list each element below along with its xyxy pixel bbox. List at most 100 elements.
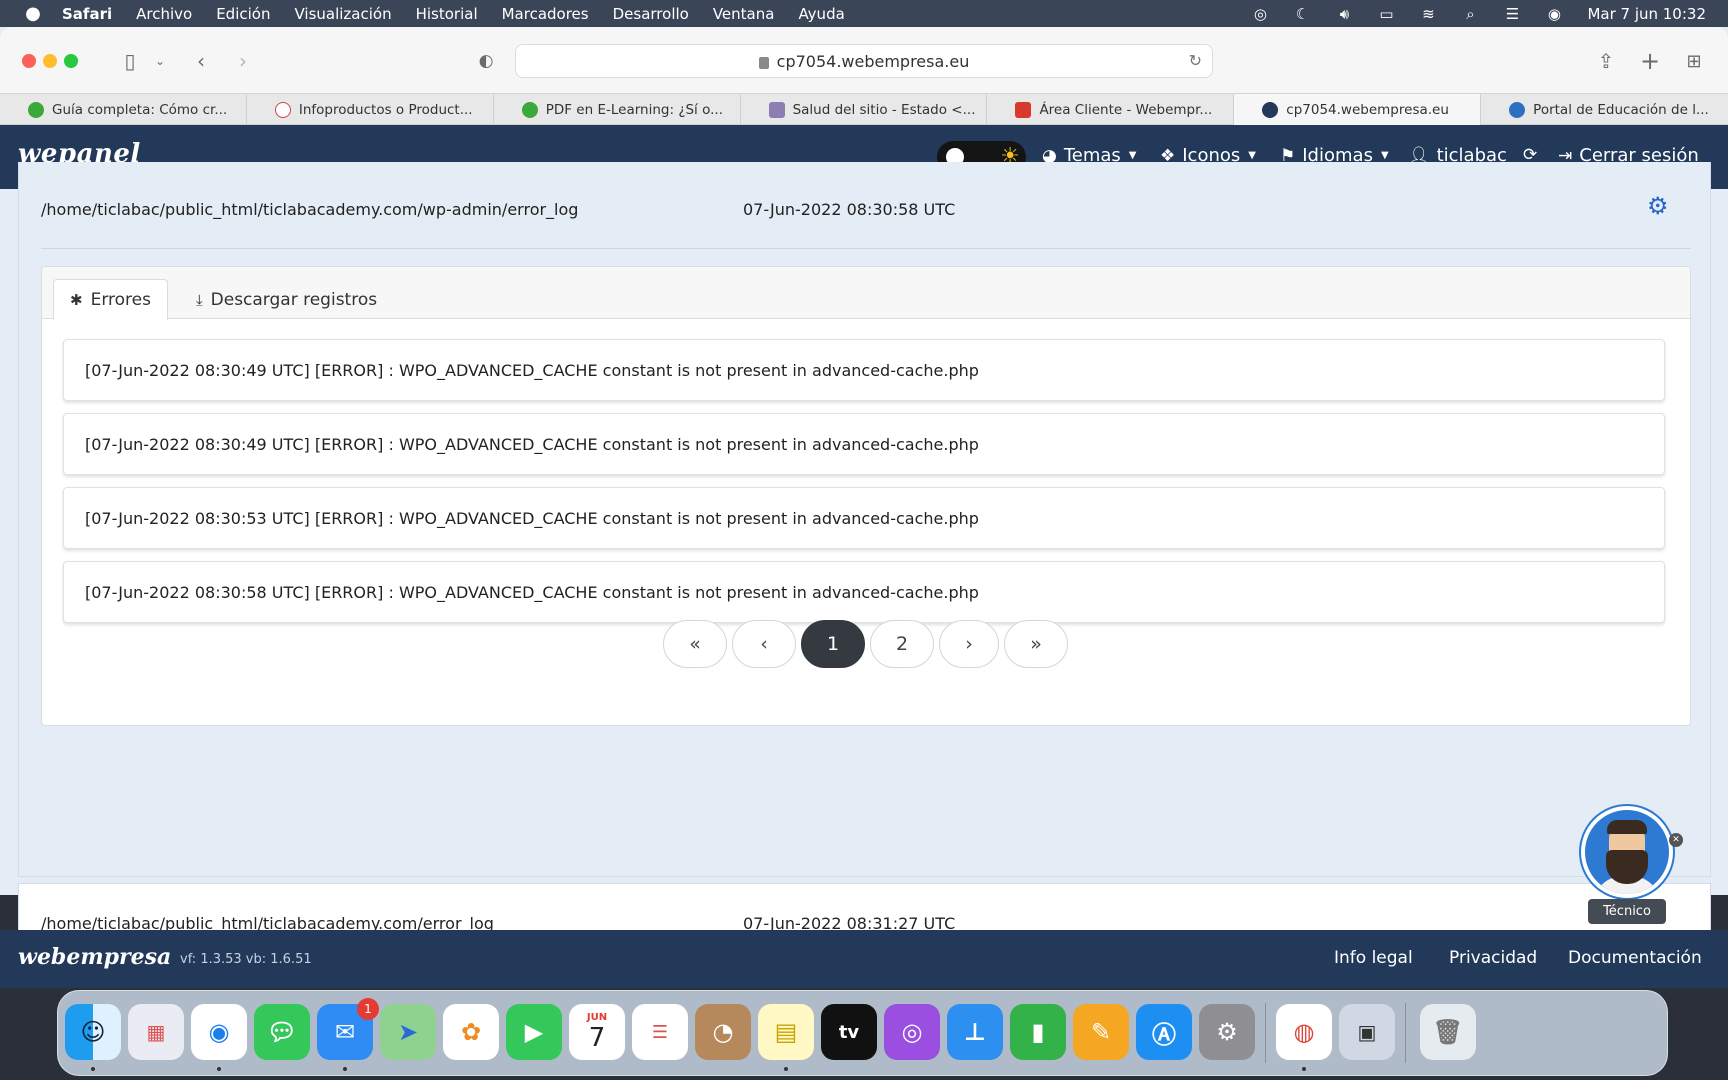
control-center-icon[interactable]: ☰ [1497,0,1527,27]
browser-tab-guia[interactable]: Guía completa: Cómo cr... [0,94,247,125]
tab-descargar-registros[interactable]: ⤓ Descargar registros [180,279,393,320]
minimize-window-button[interactable] [43,54,57,68]
creative-cloud-icon[interactable]: ◎ [1245,0,1275,27]
mail-badge: 1 [357,998,379,1020]
pages-icon[interactable]: ✎ [1073,1004,1129,1060]
notes-icon[interactable]: ▤ [758,1004,814,1060]
browser-tab-cp7054[interactable]: cp7054.webempresa.eu [1234,94,1482,125]
menu-archivo[interactable]: Archivo [136,5,192,23]
address-bar[interactable]: cp7054.webempresa.eu ↻ [515,44,1213,78]
menu-edicion[interactable]: Edición [216,5,270,23]
footer-link-legal[interactable]: Info legal [1334,948,1413,968]
battery-icon[interactable]: ▭ [1371,0,1401,27]
gear-icon[interactable]: ⚙ [1647,192,1669,220]
reload-icon[interactable]: ↻ [1189,51,1202,70]
macos-dock: ☺ ▦ ◉ 💬︎ ✉ 1 ➤ ✿ ▶ JUN 7 ☰ ◔ ▤ tv ◎ ⊥ ▮ ✎… [57,990,1668,1076]
webempresa-logo[interactable]: webempresa [18,944,171,970]
privacy-shield-icon[interactable]: ◐ [472,45,500,77]
siri-icon[interactable]: ◉ [1539,0,1569,27]
menu-ayuda[interactable]: Ayuda [798,5,844,23]
numbers-icon[interactable]: ▮ [1010,1004,1066,1060]
volume-icon[interactable]: 🔊︎ [1329,0,1359,27]
menubar-clock[interactable]: Mar 7 jun 10:32 [1587,5,1706,23]
chevron-down-icon[interactable]: ⌄ [150,45,170,77]
browser-tab-label: Área Cliente - Webempr... [1039,101,1213,118]
launchpad-icon[interactable]: ▦ [128,1004,184,1060]
app-store-icon[interactable]: Ⓐ [1136,1004,1192,1060]
spotlight-search-icon[interactable]: ⌕ [1455,0,1485,27]
menu-historial[interactable]: Historial [416,5,478,23]
pagination-page-2[interactable]: 2 [870,620,934,668]
support-avatar-button[interactable] [1581,806,1673,898]
menu-ventana[interactable]: Ventana [713,5,775,23]
share-icon[interactable]: ⇪ [1592,45,1620,77]
error-log-card-2: /home/ticlabac/public_html/ticlabacademy… [18,883,1711,930]
browser-tab-salud[interactable]: Salud del sitio - Estado <... [741,94,988,125]
forward-arrow-icon[interactable]: › [230,45,256,77]
lock-icon [758,57,769,69]
apple-menu-icon[interactable]: ● [22,3,44,24]
pagination: « ‹ 1 2 › » [42,620,1690,668]
dock-separator [1405,1003,1406,1063]
tab-favicon-icon [1262,101,1279,118]
trash-icon[interactable]: 🗑︎ [1420,1004,1476,1060]
safari-icon[interactable]: ◉ [191,1004,247,1060]
support-label: Técnico [1588,899,1666,924]
footer-link-privacy[interactable]: Privacidad [1449,948,1537,968]
close-icon[interactable]: ✕ [1669,833,1683,847]
running-indicator [217,1067,221,1071]
finder-icon[interactable]: ☺ [65,1004,121,1060]
browser-tab-area-cliente[interactable]: Área Cliente - Webempr... [987,94,1235,125]
system-preferences-icon[interactable]: ⚙ [1199,1004,1255,1060]
new-tab-plus-icon[interactable]: + [1636,45,1664,77]
sidebar-toggle-icon[interactable]: ▯ [115,45,145,77]
reminders-icon[interactable]: ☰ [632,1004,688,1060]
caret-down-icon: ▼ [1128,150,1137,161]
browser-tab-label: Portal de Educación de l... [1533,101,1709,118]
tab-errores[interactable]: ✱ Errores [53,279,168,320]
messages-icon[interactable]: 💬︎ [254,1004,310,1060]
wifi-icon[interactable]: ≋ [1413,0,1443,27]
maps-icon[interactable]: ➤ [380,1004,436,1060]
footer-link-docs[interactable]: Documentación [1568,948,1702,968]
menu-app-name[interactable]: Safari [62,5,112,23]
pagination-last-button[interactable]: » [1004,620,1068,668]
podcasts-icon[interactable]: ◎ [884,1004,940,1060]
pagination-first-button[interactable]: « [663,620,727,668]
calendar-icon[interactable]: JUN 7 [569,1004,625,1060]
log-file-path: /home/ticlabac/public_html/ticlabacademy… [41,200,579,219]
chrome-icon[interactable]: ◍ [1276,1004,1332,1060]
browser-tab-portal[interactable]: Portal de Educación de l... [1481,94,1728,125]
tab-favicon-icon [1015,101,1032,118]
menubar-status-area: ◎ ☾ 🔊︎ ▭ ≋ ⌕ ☰ ◉ Mar 7 jun 10:32 [1245,0,1728,27]
address-bar-url: cp7054.webempresa.eu [776,51,970,71]
browser-tab-infoproductos[interactable]: Infoproductos o Product... [247,94,494,125]
caret-down-icon: ▼ [1380,150,1389,161]
tab-errores-label: Errores [90,289,151,310]
menu-visualizacion[interactable]: Visualización [294,5,391,23]
tab-overview-grid-icon[interactable]: ⊞ [1680,45,1708,77]
zoom-window-button[interactable] [64,54,78,68]
pagination-next-button[interactable]: › [939,620,999,668]
back-arrow-icon[interactable]: ‹ [188,45,214,77]
mail-icon[interactable]: ✉ 1 [317,998,379,1060]
photos-icon[interactable]: ✿ [443,1004,499,1060]
facetime-icon[interactable]: ▶ [506,1004,562,1060]
tab-favicon-icon [521,101,538,118]
contacts-icon[interactable]: ◔ [695,1004,751,1060]
close-window-button[interactable] [22,54,36,68]
safari-tab-bar: Guía completa: Cómo cr... Infoproductos … [0,93,1728,125]
browser-tab-pdf[interactable]: PDF en E-Learning: ¿Sí o... [494,94,741,125]
pagination-prev-button[interactable]: ‹ [732,620,796,668]
avatar-hair [1607,820,1647,834]
caret-down-icon: ▼ [1248,150,1256,161]
apple-tv-icon[interactable]: tv [821,1004,877,1060]
tab-favicon-icon [1509,101,1526,118]
wepanel-footer: webempresa vf: 1.3.53 vb: 1.6.51 Info le… [0,930,1728,988]
preview-icon[interactable]: ▣ [1339,1004,1395,1060]
menu-marcadores[interactable]: Marcadores [502,5,589,23]
pagination-page-1[interactable]: 1 [801,620,865,668]
menu-desarrollo[interactable]: Desarrollo [613,5,689,23]
keynote-icon[interactable]: ⊥ [947,1004,1003,1060]
focus-moon-icon[interactable]: ☾ [1287,0,1317,27]
